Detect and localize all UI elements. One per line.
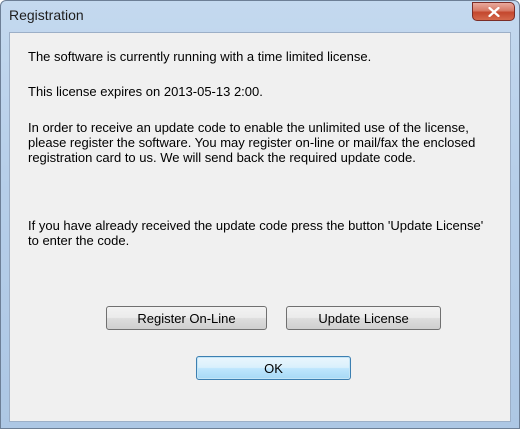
window-title: Registration bbox=[9, 7, 84, 23]
register-online-button[interactable]: Register On-Line bbox=[106, 306, 267, 330]
title-bar[interactable]: Registration bbox=[1, 1, 519, 32]
update-license-button[interactable]: Update License bbox=[286, 306, 441, 330]
ok-button[interactable]: OK bbox=[196, 356, 351, 380]
license-expiry-text: This license expires on 2013-05-13 2:00. bbox=[28, 84, 263, 99]
dialog-content: The software is currently running with a… bbox=[9, 32, 511, 422]
close-icon bbox=[487, 6, 500, 17]
update-code-instructions-text: If you have already received the update … bbox=[28, 218, 484, 248]
close-button[interactable] bbox=[472, 2, 515, 21]
registration-instructions-text: In order to receive an update code to en… bbox=[28, 120, 476, 165]
license-status-text: The software is currently running with a… bbox=[28, 49, 372, 64]
registration-dialog: Registration The software is currently r… bbox=[0, 0, 520, 429]
